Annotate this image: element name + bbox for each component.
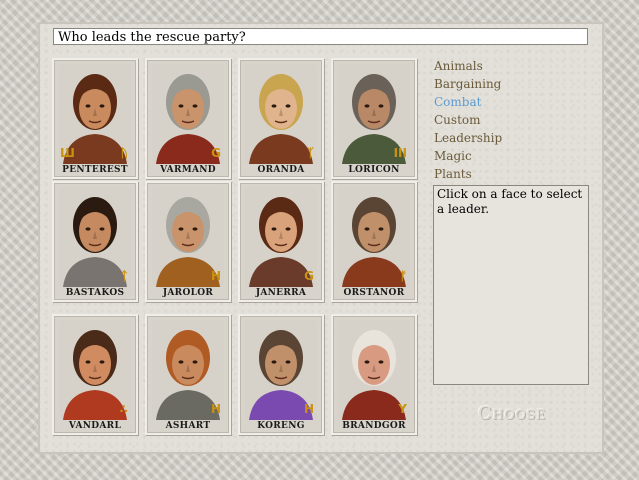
rune-icon: H	[210, 402, 221, 416]
rune-icon: ∴	[119, 402, 128, 416]
rune-icon: III	[393, 146, 407, 160]
character-name: PENTEREST	[62, 165, 128, 175]
character-name: KORENG	[257, 421, 305, 431]
rune-icon: ᛉ	[306, 146, 314, 160]
skill-list: Animals Bargaining Combat Custom Leaders…	[434, 57, 594, 183]
character-card[interactable]: III LORICON	[331, 58, 417, 179]
skill-magic[interactable]: Magic	[434, 147, 594, 165]
rune-icon: ᚠ	[399, 269, 407, 283]
rune-icon: ᛏ	[120, 269, 128, 283]
character-card[interactable]: H JAROLOR	[145, 181, 231, 302]
rune-icon: H	[303, 402, 314, 416]
skill-animals[interactable]: Animals	[434, 57, 594, 75]
character-card[interactable]: ∴ VANDARL	[52, 314, 138, 435]
character-name: VANDARL	[68, 421, 122, 431]
character-name: BRANDGOR	[342, 421, 406, 431]
rune-icon: G	[211, 146, 221, 160]
character-card[interactable]: ᛉ ORANDA	[238, 58, 324, 179]
skill-leadership[interactable]: Leadership	[434, 129, 594, 147]
character-name: VARMAND	[160, 165, 216, 175]
character-card[interactable]: ᚠ ORSTANOR	[331, 181, 417, 302]
rune-icon: Y	[398, 402, 407, 416]
character-name: JANERRA	[255, 288, 307, 298]
character-name: ORSTANOR	[343, 288, 405, 298]
character-name: JAROLOR	[162, 288, 214, 298]
rune-icon: ᚢ	[120, 146, 128, 160]
character-name: BASTAKOS	[65, 288, 125, 298]
rune-icon: H	[210, 269, 221, 283]
character-card[interactable]: ᛏ BASTAKOS	[52, 181, 138, 302]
character-card[interactable]: G VARMAND	[145, 58, 231, 179]
character-card[interactable]: G JANERRA	[238, 181, 324, 302]
skill-plants[interactable]: Plants	[434, 165, 594, 183]
character-card[interactable]: H ASHART	[145, 314, 231, 435]
info-box: Click on a face to select a leader.	[433, 185, 589, 385]
character-name: ORANDA	[257, 165, 305, 175]
skill-combat[interactable]: Combat	[434, 93, 594, 111]
character-card[interactable]: Ш ᚢ PENTEREST	[52, 58, 138, 179]
character-card[interactable]: Y BRANDGOR	[331, 314, 417, 435]
skill-custom[interactable]: Custom	[434, 111, 594, 129]
rune-icon: G	[304, 269, 314, 283]
choose-button[interactable]: Choose	[478, 403, 546, 424]
prompt-question: Who leads the rescue party?	[53, 28, 588, 45]
character-name: LORICON	[348, 165, 400, 175]
character-name: ASHART	[165, 421, 211, 431]
character-card[interactable]: H KORENG	[238, 314, 324, 435]
rune-icon: Ш	[60, 146, 75, 160]
skill-bargaining[interactable]: Bargaining	[434, 75, 594, 93]
